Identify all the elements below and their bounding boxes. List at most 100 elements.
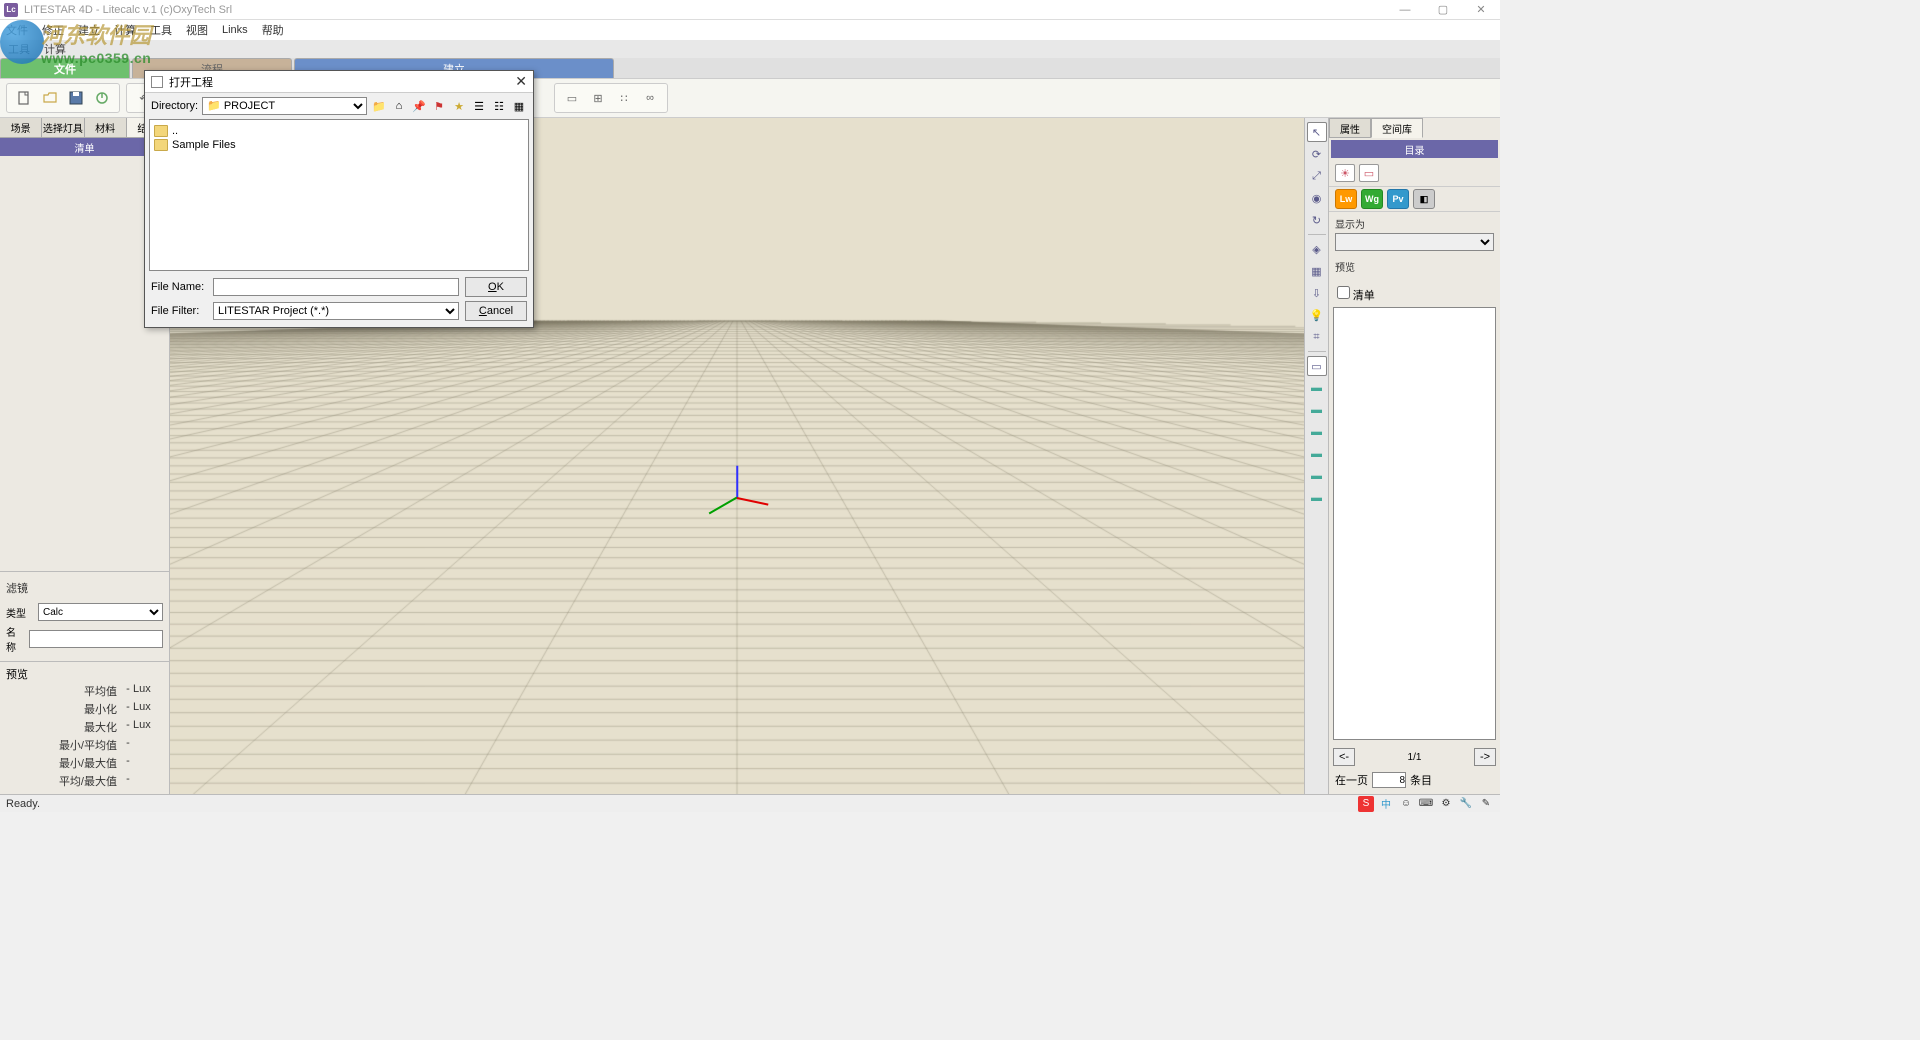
view3-icon[interactable]: ▬ [1307,400,1327,420]
directory-select[interactable]: 📁 PROJECT [202,97,367,115]
wg-badge[interactable]: Wg [1361,189,1383,209]
status-text: Ready. [6,798,40,810]
tray-ime-icon[interactable]: 中 [1378,796,1394,812]
menu-create[interactable]: 建立 [78,22,100,38]
frame-icon[interactable]: ⌗ [1307,327,1327,347]
save-file-icon[interactable] [65,87,87,109]
menu-edit[interactable]: 修正 [42,22,64,38]
refresh-icon[interactable]: ⟳ [1307,144,1327,164]
cancel-button[interactable]: Cancel [465,301,527,321]
grid-view-icon[interactable]: ▦ [511,98,527,114]
shape-icon[interactable]: ▭ [561,87,583,109]
eye-icon[interactable]: ◉ [1307,188,1327,208]
rp-list-checkbox[interactable]: 清单 [1333,284,1496,305]
lp-tab-lights[interactable]: 选择灯具 [42,118,84,137]
tray-sogou-icon[interactable]: S [1358,796,1374,812]
tray-icon-2[interactable]: ⌨ [1418,796,1434,812]
rp-tab-library[interactable]: 空间库 [1371,118,1423,138]
flag-icon[interactable]: ⚑ [431,98,447,114]
minimize-button[interactable]: — [1386,0,1424,20]
down-icon[interactable]: ⇩ [1307,283,1327,303]
pv-badge[interactable]: Pv [1387,189,1409,209]
ok-button[interactable]: OOKK [465,277,527,297]
pv-avgmax-label: 平均/最大值 [6,773,123,789]
lp-tab-scene[interactable]: 场景 [0,118,42,137]
perpage-input[interactable] [1372,772,1406,788]
tray-icon-4[interactable]: 🔧 [1458,796,1474,812]
link-icon[interactable]: ∞ [639,87,661,109]
pv-minmax-label: 最小/最大值 [6,755,123,771]
db-badge[interactable]: ◧ [1413,189,1435,209]
rp-preview-box [1333,307,1496,740]
filefilter-select[interactable]: LITESTAR Project (*.*) [213,302,459,320]
pv-minavg-label: 最小/平均值 [6,737,123,753]
perpage-label2: 条目 [1410,772,1432,788]
tray-icon-5[interactable]: ✎ [1478,796,1494,812]
boxes-icon[interactable]: ▦ [1307,261,1327,281]
tray-icon-1[interactable]: ☺ [1398,796,1414,812]
display-as-label: 显示为 [1335,216,1494,231]
display-as-select[interactable] [1335,233,1494,251]
cube-icon[interactable]: ◈ [1307,239,1327,259]
list-item: .. [154,124,524,138]
close-button[interactable]: ✕ [1462,0,1500,20]
light-type-icon[interactable]: ☀ [1335,164,1355,182]
points-icon[interactable]: ∷ [613,87,635,109]
view4-icon[interactable]: ▬ [1307,422,1327,442]
filter-name-input[interactable] [29,630,163,648]
cursor-icon[interactable]: ↖ [1307,122,1327,142]
sub-bar: 工具 计算 [0,40,1500,58]
filter-type-select[interactable]: Calc [38,603,163,621]
grid-icon[interactable]: ⊞ [587,87,609,109]
maximize-button[interactable]: ▢ [1424,0,1462,20]
sub-calc[interactable]: 计算 [44,41,66,57]
menu-bar: 文件 修正 建立 计算 工具 视图 Links 帮助 [0,20,1500,40]
view1-icon[interactable]: ▭ [1307,356,1327,376]
open-project-dialog: 打开工程 ✕ Directory: 📁 PROJECT 📁 ⌂ 📌 ⚑ ★ ☰ … [144,70,534,328]
pager-text: 1/1 [1359,752,1470,763]
menu-calc[interactable]: 计算 [114,22,136,38]
filename-label: File Name: [151,281,207,293]
perpage-label1: 在一页 [1335,772,1368,788]
pager-prev[interactable]: <- [1333,748,1355,766]
dialog-icon [151,76,163,88]
view7-icon[interactable]: ▬ [1307,488,1327,508]
menu-tools[interactable]: 工具 [150,22,172,38]
pv-avg-label: 平均值 [6,683,123,699]
preview-title: 预览 [6,666,163,682]
list-view-icon[interactable]: ☰ [471,98,487,114]
lw-badge[interactable]: Lw [1335,189,1357,209]
rotate-icon[interactable]: ↻ [1307,210,1327,230]
screen-icon[interactable]: ▭ [1359,164,1379,182]
new-file-icon[interactable] [13,87,35,109]
rp-tab-props[interactable]: 属性 [1329,118,1371,138]
pager-next[interactable]: -> [1474,748,1496,766]
lp-tab-materials[interactable]: 材料 [85,118,127,137]
file-list[interactable]: .. Sample Files [149,119,529,271]
title-bar: Lc LITESTAR 4D - Litecalc v.1 (c)OxyTech… [0,0,1500,20]
sub-tools[interactable]: 工具 [8,41,30,57]
tray-icon-3[interactable]: ⚙ [1438,796,1454,812]
star-icon[interactable]: ★ [451,98,467,114]
pv-max-label: 最大化 [6,719,123,735]
menu-help[interactable]: 帮助 [262,22,284,38]
expand-icon[interactable]: ⤢ [1307,166,1327,186]
filename-input[interactable] [213,278,459,296]
home-icon[interactable]: ⌂ [391,98,407,114]
menu-file[interactable]: 文件 [6,22,28,38]
menu-links[interactable]: Links [222,24,248,36]
view5-icon[interactable]: ▬ [1307,444,1327,464]
detail-view-icon[interactable]: ☷ [491,98,507,114]
ribbon-tab-file[interactable]: 文件 [0,58,130,78]
view6-icon[interactable]: ▬ [1307,466,1327,486]
menu-view[interactable]: 视图 [186,22,208,38]
rp-preview-label: 预览 [1335,259,1494,274]
dialog-close-icon[interactable]: ✕ [515,73,527,90]
pin-icon[interactable]: 📌 [411,98,427,114]
lamp-icon[interactable]: 💡 [1307,305,1327,325]
open-file-icon[interactable] [39,87,61,109]
up-folder-icon[interactable]: 📁 [371,98,387,114]
window-title: LITESTAR 4D - Litecalc v.1 (c)OxyTech Sr… [24,4,232,16]
view2-icon[interactable]: ▬ [1307,378,1327,398]
power-icon[interactable] [91,87,113,109]
